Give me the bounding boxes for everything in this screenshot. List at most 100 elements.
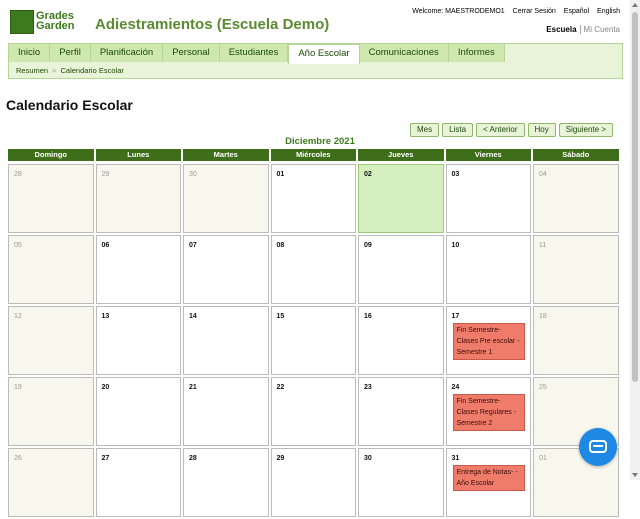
day-number: 22 — [276, 384, 285, 391]
calendar-day[interactable]: 31 Entrega de Notas- - Año Escolar — [445, 448, 531, 517]
day-number: 03 — [451, 171, 460, 178]
calendar-day[interactable]: 11 — [533, 235, 619, 304]
school-title: Adiestramientos (Escuela Demo) — [95, 16, 330, 33]
tab-inicio[interactable]: Inicio — [9, 44, 51, 62]
weekday-viernes: Viernes — [445, 149, 531, 161]
calendar-day[interactable]: 14 — [183, 306, 269, 375]
scroll-down-icon[interactable] — [632, 473, 638, 477]
day-number: 13 — [101, 313, 110, 320]
day-number: 20 — [101, 384, 110, 391]
day-number: 05 — [14, 242, 22, 249]
calendar-day[interactable]: 15 — [270, 306, 356, 375]
calendar-day[interactable]: 27 — [95, 448, 181, 517]
day-number: 08 — [276, 242, 285, 249]
mi-cuenta-link[interactable]: Mi Cuenta — [579, 25, 620, 34]
day-number: 07 — [189, 242, 197, 249]
day-number: 26 — [14, 455, 22, 462]
day-number: 21 — [189, 384, 197, 391]
breadcrumb: Resumen > Calendario Escolar — [16, 66, 124, 75]
calendar-day[interactable]: 06 — [95, 235, 181, 304]
logout-link[interactable]: Cerrar Sesión — [513, 8, 556, 15]
day-number: 30 — [189, 171, 197, 178]
tab-perfil[interactable]: Perfil — [50, 44, 91, 62]
day-number: 15 — [276, 313, 285, 320]
calendar-day[interactable]: 10 — [445, 235, 531, 304]
day-number: 29 — [276, 455, 285, 462]
day-number: 09 — [364, 242, 372, 249]
calendar-day-today[interactable]: 02 — [358, 164, 444, 233]
calendar-day[interactable]: 30 — [183, 164, 269, 233]
calendar-week: 12 13 14 15 16 17 Fin Semestre-Clases Pre… — [8, 306, 619, 375]
calendar-toolbar: Mes Lista < Anterior Hoy Siguiente > — [410, 123, 613, 137]
day-number: 31 — [451, 455, 460, 462]
calendar-event[interactable]: Fin Semestre-Clases Regulares - Semestre… — [452, 394, 525, 431]
calendar-day[interactable]: 29 — [270, 448, 356, 517]
calendar-day[interactable]: 23 — [358, 377, 444, 446]
day-number: 04 — [539, 171, 547, 178]
calendar-day[interactable]: 04 — [533, 164, 619, 233]
calendar-event[interactable]: Entrega de Notas- - Año Escolar — [452, 465, 525, 491]
calendar-day[interactable]: 12 — [8, 306, 94, 375]
scroll-up-icon[interactable] — [632, 3, 638, 7]
calendar-day[interactable]: 28 — [183, 448, 269, 517]
tab-personal[interactable]: Personal — [163, 44, 220, 62]
chat-button[interactable] — [579, 428, 617, 466]
app-logo[interactable]: Grades Garden — [10, 10, 82, 34]
calendar-day[interactable]: 22 — [270, 377, 356, 446]
user-bar: Welcome: MAESTRODEMO1 Cerrar Sesión Espa… — [406, 8, 620, 15]
day-number: 14 — [189, 313, 197, 320]
previous-button[interactable]: < Anterior — [476, 123, 525, 137]
tab-estudiantes[interactable]: Estudiantes — [219, 44, 289, 62]
logo-text: Grades Garden — [36, 10, 75, 32]
calendar-day[interactable]: 03 — [445, 164, 531, 233]
weekday-header: Domingo Lunes Martes Miércoles Jueves Vi… — [8, 149, 619, 161]
breadcrumb-root[interactable]: Resumen — [16, 66, 48, 75]
chat-icon-line — [593, 445, 603, 447]
list-view-button[interactable]: Lista — [442, 123, 474, 137]
calendar-day[interactable]: 21 — [183, 377, 269, 446]
calendar-day[interactable]: 09 — [358, 235, 444, 304]
lang-en-link[interactable]: English — [597, 8, 620, 15]
calendar-day[interactable]: 29 — [95, 164, 181, 233]
day-number: 02 — [364, 171, 372, 178]
day-number: 17 — [451, 313, 460, 320]
lang-es-link[interactable]: Español — [564, 8, 589, 15]
escuela-link[interactable]: Escuela — [546, 25, 576, 34]
calendar-day[interactable]: 13 — [95, 306, 181, 375]
calendar-day[interactable]: 24 Fin Semestre-Clases Regulares - Semest… — [445, 377, 531, 446]
calendar-week: 28 29 30 01 02 03 04 — [8, 164, 619, 233]
calendar-day[interactable]: 26 — [8, 448, 94, 517]
month-view-button[interactable]: Mes — [410, 123, 440, 137]
tab-informes[interactable]: Informes — [448, 44, 505, 62]
calendar-day[interactable]: 20 — [95, 377, 181, 446]
calendar-day[interactable]: 01 — [270, 164, 356, 233]
calendar-day[interactable]: 28 — [8, 164, 94, 233]
today-button[interactable]: Hoy — [527, 123, 556, 137]
month-title: Diciembre 2021 — [285, 136, 355, 147]
weekday-lunes: Lunes — [95, 149, 181, 161]
vertical-scrollbar[interactable] — [630, 0, 640, 480]
day-number: 29 — [101, 171, 110, 178]
calendar-day[interactable]: 30 — [358, 448, 444, 517]
day-number: 11 — [539, 242, 547, 249]
tab-planificacion[interactable]: Planificación — [90, 44, 164, 62]
calendar-day[interactable]: 05 — [8, 235, 94, 304]
next-button[interactable]: Siguiente > — [558, 123, 613, 137]
tab-comunicaciones[interactable]: Comunicaciones — [359, 44, 449, 62]
day-number: 23 — [364, 384, 372, 391]
main-nav: Inicio Perfil Planificación Personal Est… — [8, 43, 623, 79]
day-number: 18 — [539, 313, 547, 320]
calendar-day[interactable]: 19 — [8, 377, 94, 446]
calendar-day[interactable]: 07 — [183, 235, 269, 304]
tab-ano-escolar[interactable]: Año Escolar — [288, 44, 360, 64]
calendar-week: 05 06 07 08 09 10 11 — [8, 235, 619, 304]
welcome-text: Welcome: MAESTRODEMO1 — [412, 8, 505, 15]
day-number: 27 — [101, 455, 110, 462]
weekday-domingo: Domingo — [8, 149, 94, 161]
calendar-day[interactable]: 16 — [358, 306, 444, 375]
scroll-thumb[interactable] — [632, 12, 638, 382]
calendar-day[interactable]: 17 Fin Semestre-Clases Pre escolar - Seme… — [445, 306, 531, 375]
calendar-day[interactable]: 08 — [270, 235, 356, 304]
calendar-event[interactable]: Fin Semestre-Clases Pre escolar - Semest… — [452, 323, 525, 360]
calendar-day[interactable]: 18 — [533, 306, 619, 375]
